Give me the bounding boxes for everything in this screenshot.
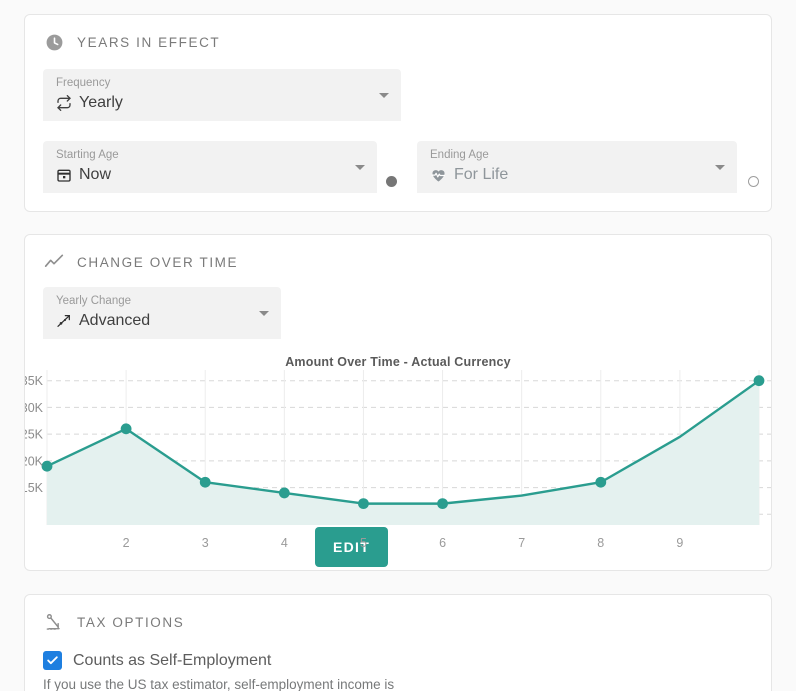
frequency-value: Yearly (79, 91, 123, 115)
calendar-icon (56, 167, 72, 183)
svg-text:6: 6 (439, 536, 446, 550)
starting-age-value: Now (79, 163, 111, 187)
svg-text:$30K: $30K (25, 401, 44, 415)
svg-text:4: 4 (281, 536, 288, 550)
chevron-down-icon (355, 165, 365, 170)
change-over-time-header: CHANGE OVER TIME (25, 235, 771, 279)
tax-options-title: TAX OPTIONS (77, 615, 184, 630)
change-over-time-card: CHANGE OVER TIME Yearly Change Advanced … (24, 234, 772, 571)
chart-title: Amount Over Time - Actual Currency (25, 355, 771, 369)
self-employment-help-text: If you use the US tax estimator, self-em… (43, 677, 753, 691)
self-employment-checkbox[interactable] (43, 651, 62, 670)
svg-text:5: 5 (360, 536, 367, 550)
years-in-effect-title: YEARS IN EFFECT (77, 35, 220, 50)
chevron-down-icon (259, 311, 269, 316)
yearly-change-value: Advanced (79, 309, 150, 333)
tax-scissors-icon (43, 611, 65, 633)
svg-text:2: 2 (123, 536, 130, 550)
frequency-label: Frequency (56, 76, 367, 90)
tax-options-header: TAX OPTIONS (25, 595, 771, 639)
frequency-value-row: Yearly (56, 91, 367, 115)
change-over-time-title: CHANGE OVER TIME (77, 255, 238, 270)
ending-age-label: Ending Age (430, 148, 703, 162)
yearly-change-label: Yearly Change (56, 294, 247, 308)
svg-text:9: 9 (676, 536, 683, 550)
ending-age-select[interactable]: Ending Age For Life (417, 141, 737, 193)
settings-page: YEARS IN EFFECT Frequency Yearly Startin… (0, 0, 796, 691)
ending-age-radio[interactable] (748, 176, 759, 187)
frequency-select[interactable]: Frequency Yearly (43, 69, 401, 121)
yearly-change-select[interactable]: Yearly Change Advanced (43, 287, 281, 339)
svg-text:$20K: $20K (25, 454, 44, 468)
yearly-change-value-row: Advanced (56, 309, 247, 333)
heart-pulse-icon (430, 167, 447, 184)
starting-age-label: Starting Age (56, 148, 343, 162)
svg-text:8: 8 (597, 536, 604, 550)
ending-age-value-row: For Life (430, 163, 703, 187)
amount-over-time-chart: $35K $30K $25K $20K $15K 2 3 4 5 6 7 8 9 (25, 370, 771, 570)
starting-age-value-row: Now (56, 163, 343, 187)
trending-up-icon (43, 251, 65, 273)
scatter-trend-icon (56, 313, 72, 329)
repeat-icon (56, 95, 72, 111)
chevron-down-icon (715, 165, 725, 170)
svg-text:$25K: $25K (25, 428, 44, 442)
starting-age-radio[interactable] (386, 176, 397, 187)
svg-text:$15K: $15K (25, 481, 44, 495)
ending-age-value: For Life (454, 163, 508, 187)
tax-options-card: TAX OPTIONS Counts as Self-Employment If… (24, 594, 772, 691)
svg-text:3: 3 (202, 536, 209, 550)
svg-text:$35K: $35K (25, 374, 44, 388)
years-in-effect-card: YEARS IN EFFECT Frequency Yearly Startin… (24, 14, 772, 212)
years-in-effect-header: YEARS IN EFFECT (25, 15, 771, 59)
chevron-down-icon (379, 93, 389, 98)
self-employment-row[interactable]: Counts as Self-Employment (43, 651, 753, 670)
svg-text:7: 7 (518, 536, 525, 550)
self-employment-label: Counts as Self-Employment (73, 652, 271, 670)
clock-icon (43, 31, 65, 53)
starting-age-select[interactable]: Starting Age Now (43, 141, 377, 193)
